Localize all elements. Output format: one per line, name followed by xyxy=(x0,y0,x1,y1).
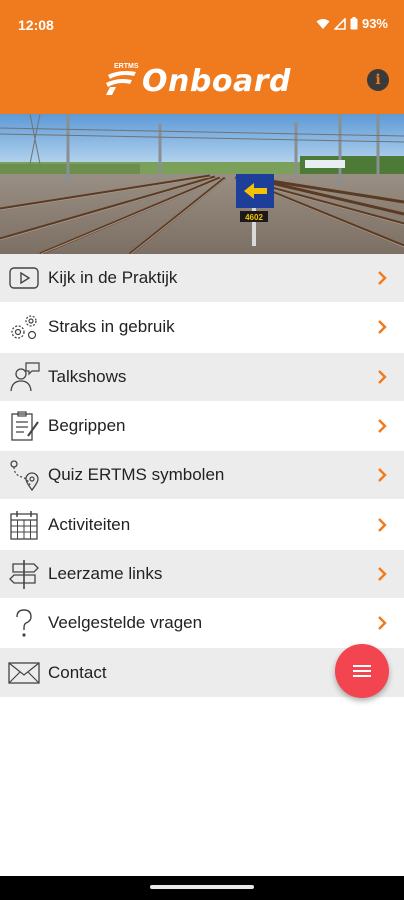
hero-image: 4602 xyxy=(0,114,404,254)
menu-item-begrippen[interactable]: Begrippen xyxy=(0,402,404,452)
menu-item-label: Quiz ERTMS symbolen xyxy=(48,465,225,485)
app-screen: 12:08 93% ERTMS Onboard i 4602 Kijk in d… xyxy=(0,0,404,900)
battery-icon xyxy=(350,17,358,30)
chevron-right-icon xyxy=(378,616,387,631)
signal-number: 4602 xyxy=(245,213,263,222)
app-title: Onboard xyxy=(142,64,291,99)
chevron-right-icon xyxy=(378,369,387,384)
logo-ertms-text: ERTMS xyxy=(114,63,139,70)
chevron-right-icon xyxy=(378,271,387,285)
menu-item-quiz-ertms-symbolen[interactable]: Quiz ERTMS symbolen xyxy=(0,451,404,501)
main-menu: Kijk in de Praktijk Straks in gebruik Ta… xyxy=(0,254,404,698)
battery-percent: 93% xyxy=(361,16,388,31)
route-pin-icon xyxy=(8,459,40,492)
chevron-right-icon xyxy=(378,419,387,433)
menu-item-veelgestelde-vragen[interactable]: Veelgestelde vragen xyxy=(0,599,404,649)
menu-item-label: Veelgestelde vragen xyxy=(48,613,203,633)
chevron-right-icon xyxy=(378,468,387,483)
menu-item-talkshows[interactable]: Talkshows xyxy=(0,352,404,402)
speaker-person-icon xyxy=(8,361,40,393)
menu-item-label: Straks in gebruik xyxy=(48,317,175,337)
status-time: 12:08 xyxy=(18,17,54,33)
clipboard-icon xyxy=(8,410,40,442)
menu-item-label: Talkshows xyxy=(48,366,127,386)
envelope-icon xyxy=(8,657,40,689)
signal-icon xyxy=(333,17,346,30)
chevron-right-icon xyxy=(378,567,387,581)
gears-icon xyxy=(8,311,40,343)
menu-fab-button[interactable] xyxy=(335,644,389,698)
menu-item-label: Begrippen xyxy=(48,416,126,436)
app-header: ERTMS Onboard i xyxy=(0,50,404,114)
menu-item-label: Leerzame links xyxy=(48,563,163,583)
menu-item-label: Contact xyxy=(48,662,107,682)
menu-item-kijk-in-de-praktijk[interactable]: Kijk in de Praktijk xyxy=(0,254,404,304)
info-button[interactable]: i xyxy=(367,69,389,91)
menu-item-activiteiten[interactable]: Activiteiten xyxy=(0,500,404,550)
status-bar: 12:08 93% xyxy=(0,0,404,50)
calendar-icon xyxy=(8,509,40,541)
menu-item-label: Kijk in de Praktijk xyxy=(48,268,178,288)
chevron-right-icon xyxy=(378,320,387,335)
system-nav-bar xyxy=(0,876,404,900)
menu-item-straks-in-gebruik[interactable]: Straks in gebruik xyxy=(0,303,404,353)
question-icon xyxy=(8,607,40,639)
status-icons: 93% xyxy=(316,16,388,31)
chevron-right-icon xyxy=(378,517,387,532)
ertms-swoosh-icon xyxy=(106,71,136,95)
play-icon xyxy=(8,262,40,294)
hamburger-icon xyxy=(353,665,371,677)
wifi-icon xyxy=(316,18,330,29)
menu-item-leerzame-links[interactable]: Leerzame links xyxy=(0,549,404,600)
app-logo: ERTMS Onboard xyxy=(104,60,304,102)
menu-item-label: Activiteiten xyxy=(48,514,131,534)
info-icon: i xyxy=(375,72,381,88)
railway-photo: 4602 xyxy=(0,114,404,254)
home-gesture-handle[interactable] xyxy=(150,885,254,889)
signpost-icon xyxy=(8,558,40,590)
